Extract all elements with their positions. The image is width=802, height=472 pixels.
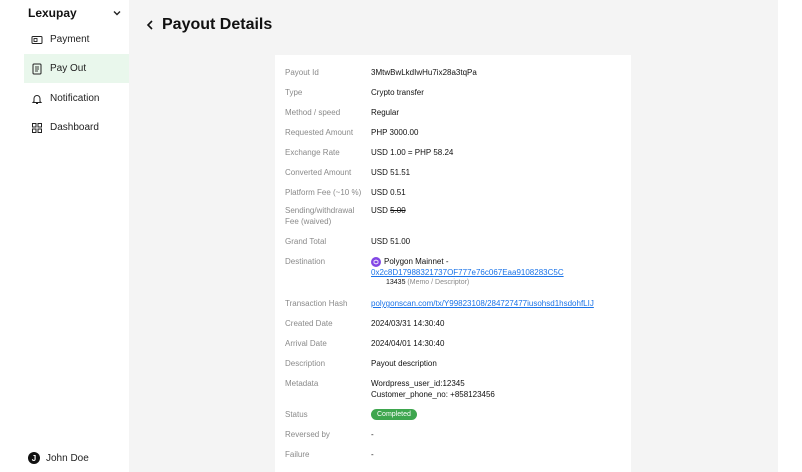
detail-row-grand-total: Grand Total USD 51.00 — [275, 236, 631, 256]
type-value: Crypto transfer — [371, 88, 424, 97]
detail-row-reversed-by: Reversed by - — [275, 429, 631, 449]
avatar: J — [28, 452, 40, 464]
destination-network: Polygon Mainnet - — [371, 256, 564, 267]
user-name: John Doe — [46, 452, 89, 464]
detail-label: Requested Amount — [285, 128, 354, 137]
destination-address-link[interactable]: 0x2c8D17988321737OF777e76c067Eaa9108283C… — [371, 268, 564, 277]
detail-label: Destination — [285, 257, 326, 266]
destination-value: Polygon Mainnet - 0x2c8D17988321737OF777… — [371, 256, 564, 288]
detail-row-tx-hash: Transaction Hash polygonscan.com/tx/Y998… — [275, 298, 631, 318]
brand-name: Lexupay — [28, 6, 77, 20]
metadata-line: Customer_phone_no: +858123456 — [371, 390, 495, 399]
detail-row-method: Method / speed Regular — [275, 107, 631, 127]
payout-details-card: Payout Id 3MtwBwLkdIwHu7ix28a3tqPa Type … — [275, 55, 631, 472]
bell-icon — [31, 93, 43, 105]
detail-row-payout-id: Payout Id 3MtwBwLkdIwHu7ix28a3tqPa — [275, 67, 631, 87]
detail-label: Transaction Hash — [285, 299, 348, 308]
page-header: Payout Details — [142, 14, 272, 36]
detail-label: Grand Total — [285, 237, 327, 246]
detail-row-failure: Failure - — [275, 449, 631, 469]
sidebar: Lexupay Payment Pay Out Notification Das… — [0, 0, 129, 472]
exchange-rate-value: USD 1.00 = PHP 58.24 — [371, 148, 454, 157]
sidebar-item-payout[interactable]: Pay Out — [24, 54, 129, 83]
detail-label: Reversed by — [285, 430, 330, 439]
polygon-icon — [371, 256, 381, 267]
arrival-date-value: 2024/04/01 14:30:40 — [371, 339, 445, 348]
description-value: Payout description — [371, 359, 437, 368]
detail-label: Description — [285, 359, 326, 368]
user-profile[interactable]: J John Doe — [28, 451, 89, 465]
payout-icon — [31, 63, 43, 75]
detail-label: Created Date — [285, 319, 333, 328]
grid-icon — [31, 122, 43, 134]
payment-icon — [31, 34, 43, 46]
sidebar-item-label: Payment — [50, 34, 90, 45]
detail-row-created: Created Date 2024/03/31 14:30:40 — [275, 318, 631, 338]
sidebar-item-notification[interactable]: Notification — [24, 84, 129, 113]
detail-label: Metadata — [285, 379, 319, 388]
detail-label: Sending/withdrawal Fee (waived) — [285, 205, 371, 227]
detail-label: Status — [285, 410, 308, 419]
requested-amount-value: PHP 3000.00 — [371, 128, 419, 137]
memo-value: 13435 — [386, 279, 406, 286]
payout-id-value: 3MtwBwLkdIwHu7ix28a3tqPa — [371, 68, 477, 77]
destination-address-wrap: 0x2c8D17988321737OF777e76c067Eaa9108283C… — [371, 267, 564, 278]
detail-row-exchange: Exchange Rate USD 1.00 = PHP 58.24 — [275, 147, 631, 167]
chevron-down-icon[interactable] — [110, 6, 124, 20]
destination-network-label: Polygon Mainnet - — [384, 257, 449, 266]
status-badge: Completed — [371, 409, 417, 420]
created-date-value: 2024/03/31 14:30:40 — [371, 319, 445, 328]
detail-row-metadata: Metadata Wordpress_user_id:12345 Custome… — [275, 378, 631, 409]
memo-tag: (Memo / Descriptor) — [407, 279, 470, 286]
platform-fee-value: USD 0.51 — [371, 188, 406, 197]
brand[interactable]: Lexupay — [28, 5, 124, 21]
sending-fee-value: USD 5.00 — [371, 205, 406, 216]
back-arrow-icon[interactable] — [142, 17, 158, 33]
detail-row-destination: Destination Polygon Mainnet - 0x2c8D1798… — [275, 256, 631, 298]
sidebar-item-label: Notification — [50, 93, 100, 104]
converted-amount-value: USD 51.51 — [371, 168, 411, 177]
detail-label: Exchange Rate — [285, 148, 340, 157]
sending-fee-amount: 5.00 — [390, 206, 406, 215]
detail-row-arrival: Arrival Date 2024/04/01 14:30:40 — [275, 338, 631, 358]
sending-fee-currency: USD — [371, 206, 388, 215]
detail-label: Payout Id — [285, 68, 319, 77]
detail-row-converted: Converted Amount USD 51.51 — [275, 167, 631, 187]
metadata-value: Wordpress_user_id:12345 Customer_phone_n… — [371, 378, 495, 400]
failure-value: - — [371, 450, 374, 459]
detail-row-requested: Requested Amount PHP 3000.00 — [275, 127, 631, 147]
detail-label: Converted Amount — [285, 168, 352, 177]
detail-label: Failure — [285, 450, 310, 459]
sidebar-item-dashboard[interactable]: Dashboard — [24, 113, 129, 142]
detail-row-status: Status Completed — [275, 409, 631, 429]
detail-row-description: Description Payout description — [275, 358, 631, 378]
page-title: Payout Details — [162, 16, 273, 33]
detail-label: Platform Fee (~10 %) — [285, 188, 362, 197]
method-value: Regular — [371, 108, 400, 117]
detail-label: Arrival Date — [285, 339, 327, 348]
detail-label: Method / speed — [285, 108, 341, 117]
detail-row-platform-fee: Platform Fee (~10 %) USD 0.51 — [275, 187, 631, 202]
detail-label-line: Fee (waived) — [285, 217, 332, 226]
sidebar-item-label: Dashboard — [50, 122, 99, 133]
sidebar-item-payment[interactable]: Payment — [24, 25, 129, 54]
right-margin — [778, 0, 802, 472]
metadata-line: Wordpress_user_id:12345 — [371, 379, 465, 388]
detail-row-sending-fee: Sending/withdrawal Fee (waived) USD 5.00 — [275, 202, 631, 236]
grand-total-value: USD 51.00 — [371, 237, 411, 246]
reversed-by-value: - — [371, 430, 374, 439]
transaction-hash-link[interactable]: polygonscan.com/tx/Y99823108/284727477iu… — [371, 298, 594, 309]
sidebar-item-label: Pay Out — [50, 63, 87, 74]
detail-label-line: Sending/withdrawal — [285, 206, 355, 215]
detail-label: Type — [285, 88, 303, 97]
destination-memo: 13435 (Memo / Descriptor) — [371, 278, 564, 288]
detail-row-type: Type Crypto transfer — [275, 87, 631, 107]
main-content: Payout Details Payout Id 3MtwBwLkdIwHu7i… — [129, 0, 778, 472]
